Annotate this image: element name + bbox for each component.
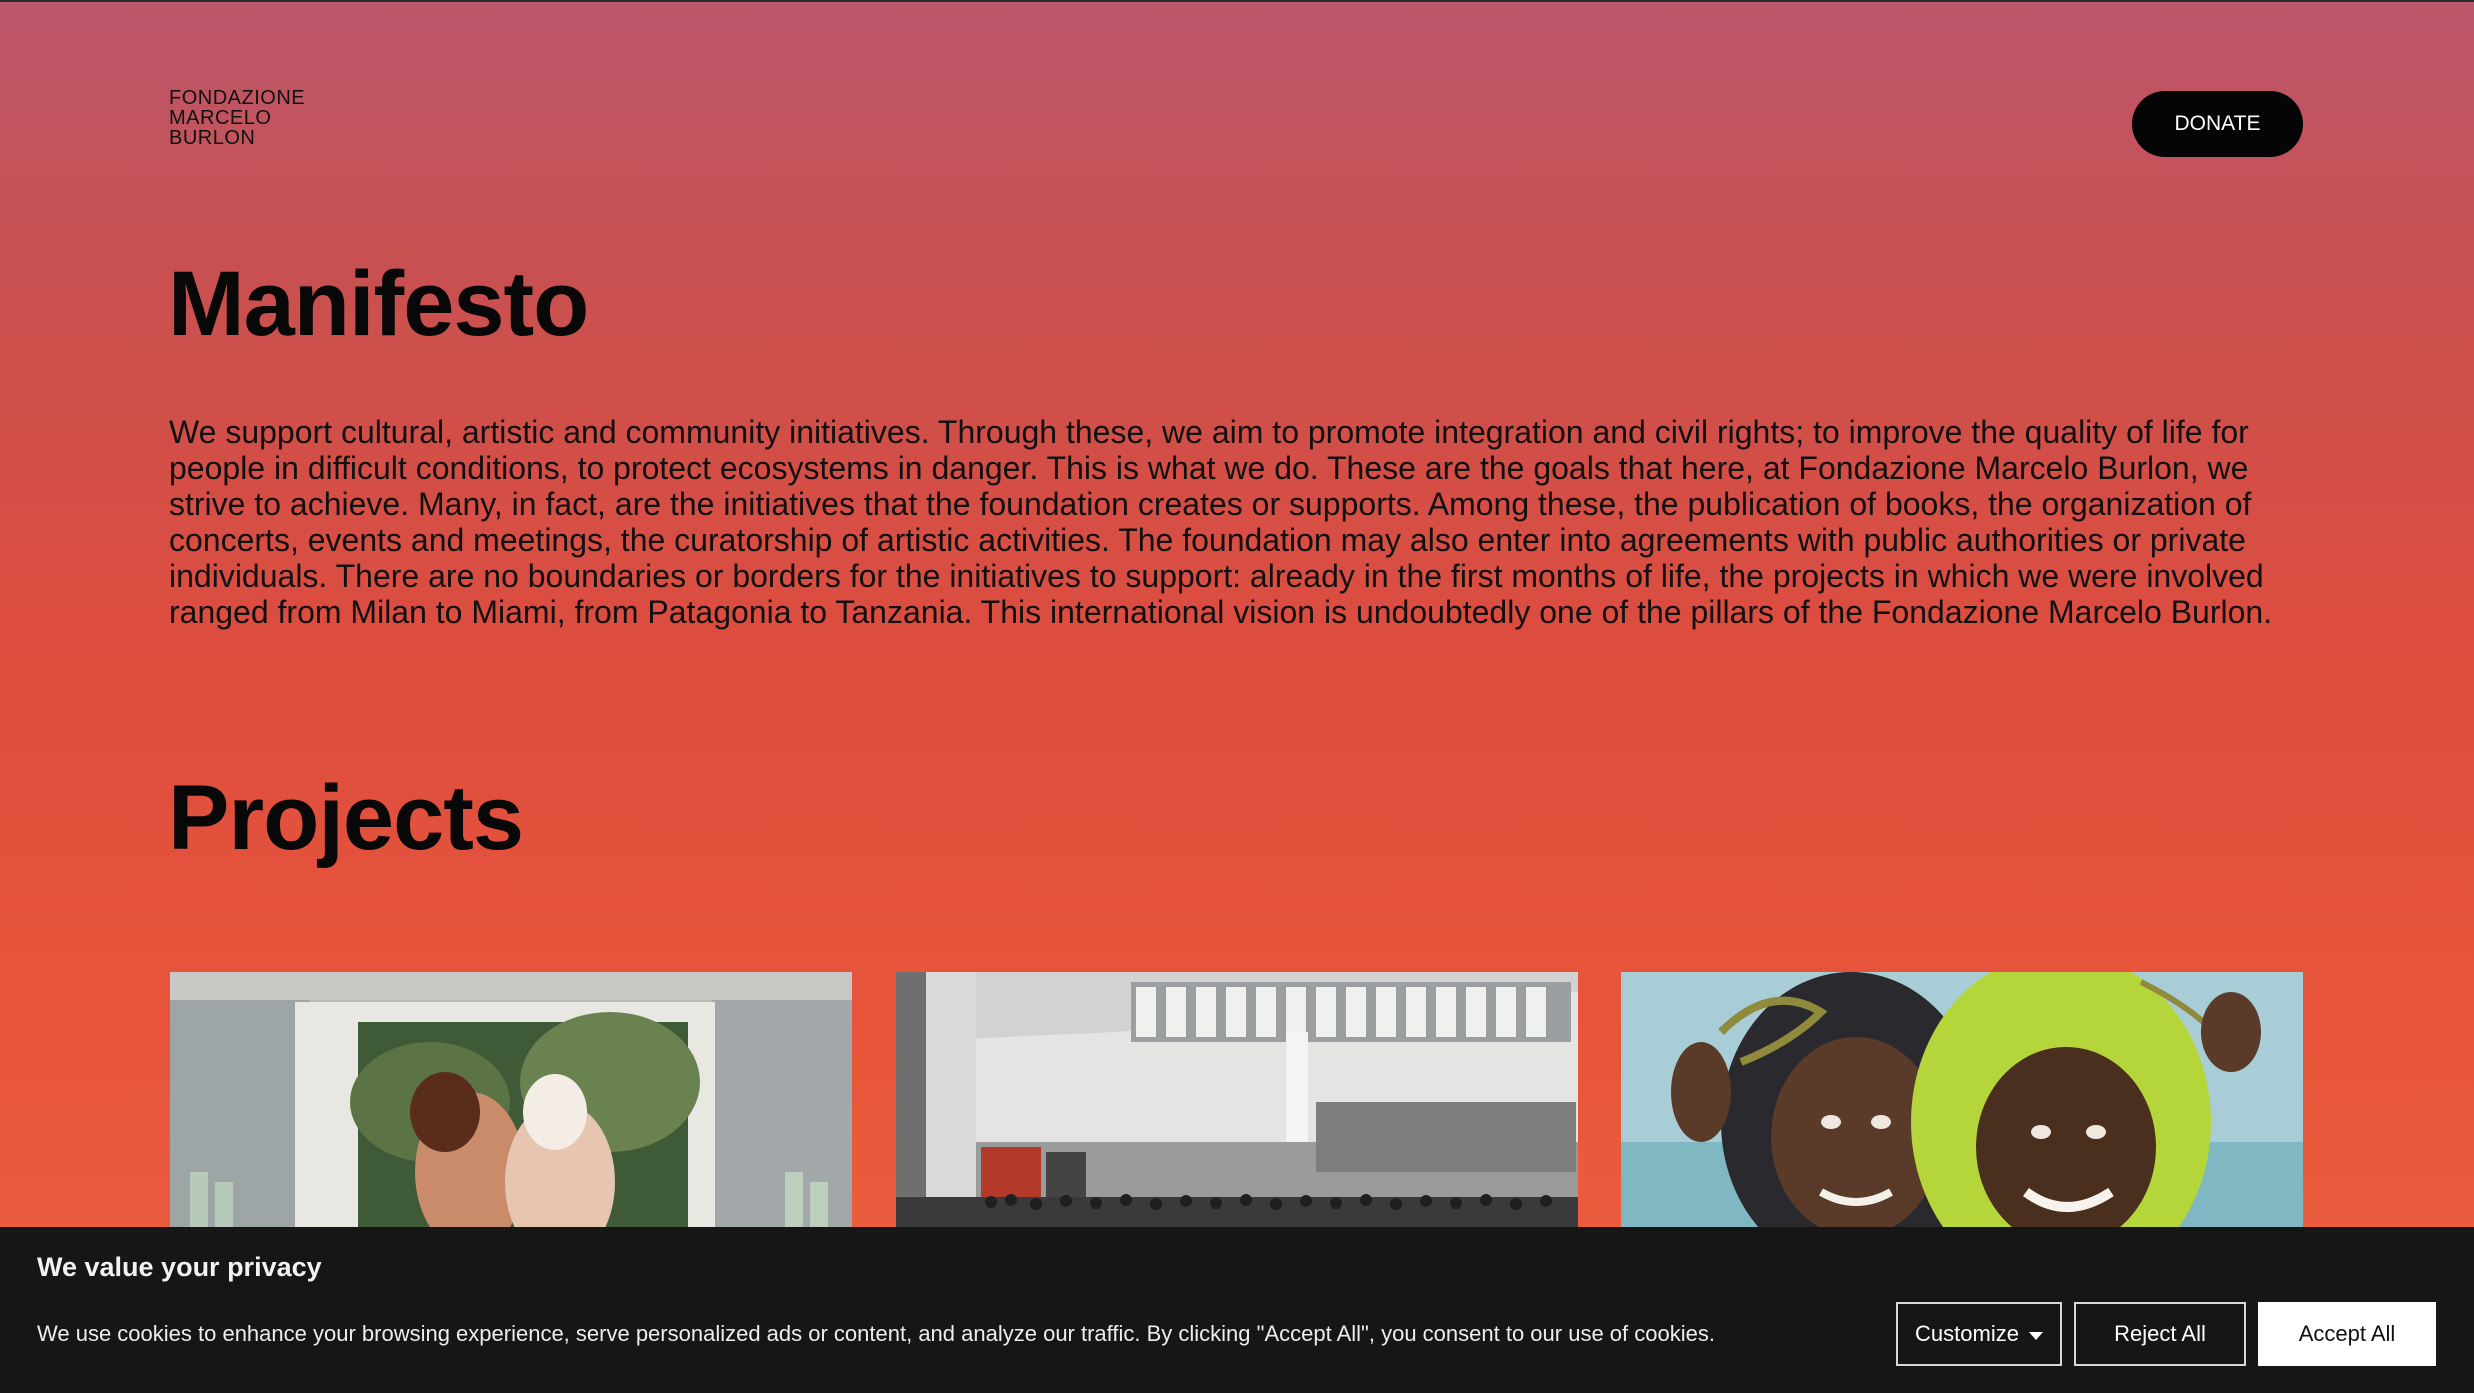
project-card-exhibition[interactable] — [170, 972, 852, 1232]
cookie-consent-banner: We value your privacy We use cookies to … — [0, 1227, 2474, 1393]
accept-all-button[interactable]: Accept All — [2258, 1302, 2436, 1366]
logo-line-1: FONDAZIONE — [169, 87, 306, 109]
caret-down-icon — [2028, 1332, 2043, 1340]
manifesto-heading: Manifesto — [168, 253, 589, 355]
cookie-title: We value your privacy — [37, 1252, 322, 1282]
gallery-hall-image — [896, 972, 1578, 1232]
donate-button[interactable]: DONATE — [2132, 91, 2303, 157]
customize-button[interactable]: Customize — [1896, 1302, 2062, 1366]
project-card-gallery[interactable] — [896, 972, 1578, 1232]
logo-line-2: MARCELO — [169, 107, 272, 129]
logo-line-3: BURLON — [169, 127, 256, 149]
reject-all-button[interactable]: Reject All — [2074, 1302, 2246, 1366]
project-card-children[interactable] — [1621, 972, 2303, 1232]
site-logo[interactable]: FONDAZIONE MARCELO BURLON — [169, 88, 305, 148]
smiling-children-image — [1621, 972, 2303, 1232]
manifesto-body: We support cultural, artistic and commun… — [169, 414, 2273, 630]
projects-heading: Projects — [168, 767, 524, 869]
exhibition-photo-image — [170, 972, 852, 1232]
window-top-border — [0, 0, 2474, 2]
customize-label: Customize — [1915, 1321, 2019, 1346]
cookie-description: We use cookies to enhance your browsing … — [37, 1321, 1715, 1346]
